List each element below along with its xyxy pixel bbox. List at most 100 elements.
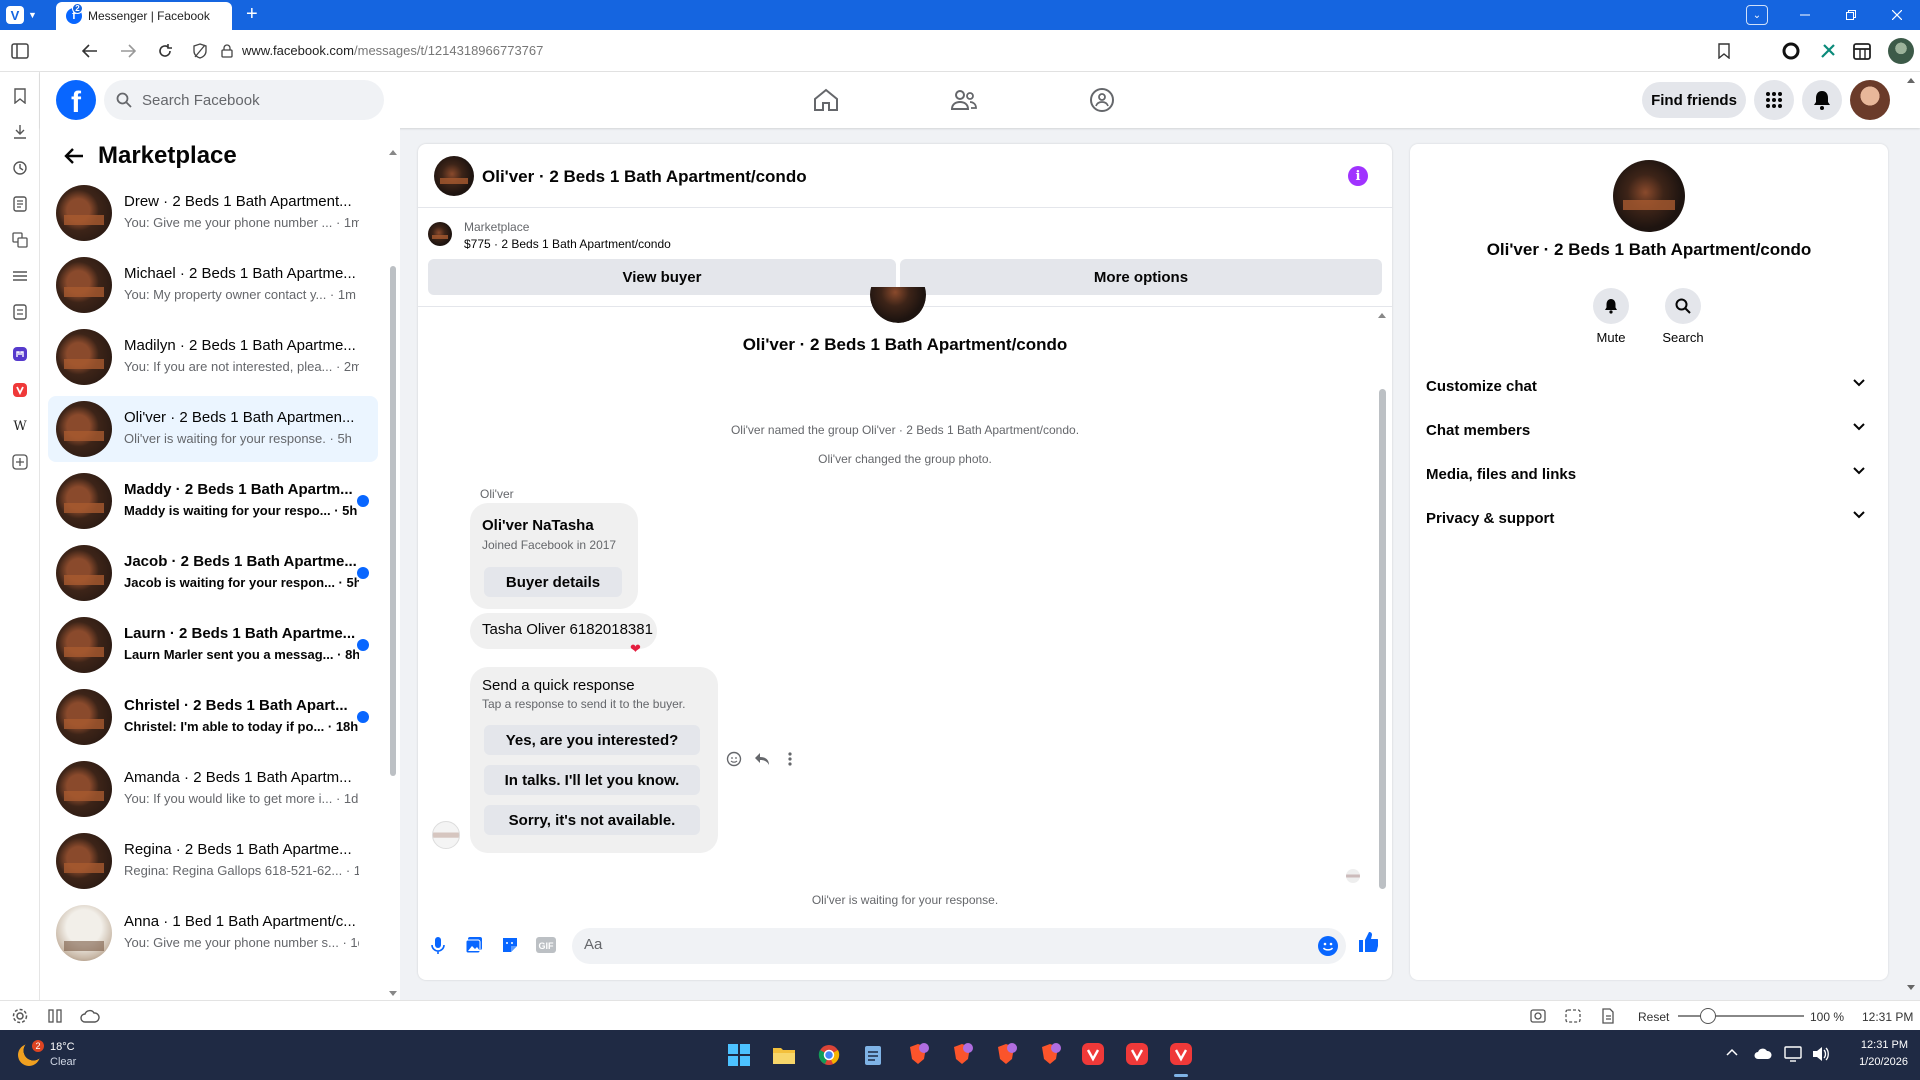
downloads-panel-icon[interactable]	[10, 122, 30, 142]
phone-message-bubble[interactable]: Tasha Oliver 6182018381	[470, 613, 657, 649]
notepad-taskbar-icon[interactable]	[864, 1044, 882, 1066]
chat-list-item[interactable]: Christel · 2 Beds 1 Bath Apart... Christe…	[48, 684, 378, 750]
page-scroll-down-icon[interactable]	[1906, 984, 1916, 992]
reload-icon[interactable]	[155, 41, 175, 61]
info-icon[interactable]: i	[1348, 166, 1368, 186]
tray-chevron-icon[interactable]	[1726, 1048, 1738, 1056]
weather-widget[interactable]: 2 18°C Clear	[16, 1038, 106, 1072]
quick-reply-in-talks[interactable]: In talks. I'll let you know.	[484, 765, 700, 795]
chat-list-item[interactable]: Amanda · 2 Beds 1 Bath Apartm... You: If …	[48, 756, 378, 822]
like-button[interactable]	[1358, 932, 1378, 952]
reply-icon[interactable]	[752, 749, 772, 769]
page-tiling-icon[interactable]	[1565, 1009, 1581, 1023]
taskbar-date[interactable]: 1/20/2026	[1846, 1056, 1908, 1068]
friends-nav-button[interactable]	[946, 82, 982, 118]
sender-avatar[interactable]	[432, 821, 460, 849]
brave-taskbar-icon-4[interactable]	[1038, 1042, 1062, 1066]
new-tab-button[interactable]: +	[246, 4, 258, 24]
cloud-sync-icon[interactable]	[80, 1009, 100, 1023]
vivaldi-taskbar-icon-1[interactable]	[1082, 1043, 1104, 1065]
chat-list-item[interactable]: Laurn · 2 Beds 1 Bath Apartme... Laurn Ma…	[48, 612, 378, 678]
page-actions-icon[interactable]	[1600, 1008, 1616, 1024]
reading-list-panel-icon[interactable]	[10, 266, 30, 286]
onedrive-tray-icon[interactable]	[1754, 1048, 1772, 1060]
chat-list-item[interactable]: Michael · 2 Beds 1 Bath Apartme... You: M…	[48, 252, 378, 318]
back-arrow-icon[interactable]	[80, 41, 100, 61]
facebook-logo[interactable]: f	[56, 80, 96, 120]
chat-list-item[interactable]: Oli'ver · 2 Beds 1 Bath Apartmen... Oli'v…	[48, 396, 378, 462]
customize-chat-row[interactable]: Customize chat	[1418, 364, 1880, 408]
forward-arrow-icon[interactable]	[118, 41, 138, 61]
history-panel-icon[interactable]	[10, 158, 30, 178]
bookmarks-panel-icon[interactable]	[10, 86, 30, 106]
chrome-taskbar-icon[interactable]	[818, 1044, 840, 1066]
more-options-button[interactable]: More options	[900, 259, 1382, 295]
browser-tab-messenger[interactable]: f 2 Messenger | Facebook	[56, 2, 232, 30]
zoom-reset-button[interactable]: Reset	[1638, 1010, 1669, 1024]
zoom-slider[interactable]	[1678, 1008, 1804, 1024]
view-buyer-button[interactable]: View buyer	[428, 259, 896, 295]
minimize-button[interactable]	[1782, 0, 1828, 30]
translate-panel-icon[interactable]	[10, 230, 30, 250]
chat-members-row[interactable]: Chat members	[1418, 408, 1880, 452]
react-icon[interactable]	[724, 749, 744, 769]
chat-list-item[interactable]: Drew · 2 Beds 1 Bath Apartment... You: Gi…	[48, 180, 378, 246]
page-scroll-up-icon[interactable]	[1906, 76, 1916, 84]
bookmark-icon[interactable]	[1714, 41, 1734, 61]
chat-list-item[interactable]: Regina · 2 Beds 1 Bath Apartme... Regina:…	[48, 828, 378, 894]
scroll-up-icon[interactable]	[388, 148, 398, 156]
panel-toggle-icon[interactable]	[10, 41, 30, 61]
extension-shield-icon[interactable]	[1818, 41, 1838, 61]
extension-circle-icon[interactable]	[1781, 41, 1801, 61]
photo-button[interactable]	[464, 935, 484, 955]
chat-list-item[interactable]: Anna · 1 Bed 1 Bath Apartment/c... You: G…	[48, 900, 378, 966]
mute-button[interactable]: Mute	[1581, 288, 1641, 345]
restore-button[interactable]	[1828, 0, 1874, 30]
screenshot-icon[interactable]	[1530, 1009, 1546, 1023]
vivaldi-menu-button[interactable]: V ▼	[6, 5, 42, 25]
more-actions-icon[interactable]	[780, 749, 800, 769]
calendar-extension-icon[interactable]	[1852, 41, 1872, 61]
message-input-box[interactable]	[572, 928, 1346, 964]
tiling-icon[interactable]	[48, 1009, 62, 1023]
scrollbar-thumb[interactable]	[390, 266, 396, 776]
vivaldi-panel-icon[interactable]	[10, 380, 30, 400]
message-input[interactable]	[584, 936, 1284, 953]
notes-panel-icon[interactable]	[10, 194, 30, 214]
close-window-button[interactable]	[1874, 0, 1920, 30]
mic-button[interactable]	[428, 935, 448, 955]
window-panel-icon[interactable]	[10, 302, 30, 322]
scrollbar-thumb[interactable]	[1379, 389, 1386, 889]
search-in-chat-button[interactable]: Search	[1653, 288, 1713, 345]
vivaldi-taskbar-icon-2[interactable]	[1126, 1043, 1148, 1065]
settings-gear-icon[interactable]	[12, 1008, 28, 1024]
vivaldi-taskbar-icon-active[interactable]	[1170, 1043, 1192, 1065]
chat-list-item[interactable]: Maddy · 2 Beds 1 Bath Apartm... Maddy is …	[48, 468, 378, 534]
scroll-down-icon[interactable]	[388, 990, 398, 998]
media-files-links-row[interactable]: Media, files and links	[1418, 452, 1880, 496]
chat-list-item[interactable]: Madilyn · 2 Beds 1 Bath Apartme... You: I…	[48, 324, 378, 390]
marketplace-listing-row[interactable]: Marketplace $775 · 2 Beds 1 Bath Apartme…	[428, 216, 1388, 256]
back-arrow-icon[interactable]	[64, 147, 84, 165]
chat-list-item[interactable]: Jacob · 2 Beds 1 Bath Apartme... Jacob is…	[48, 540, 378, 606]
content-blocker-icon[interactable]	[190, 41, 210, 61]
chat-list-scrollbar[interactable]	[388, 148, 398, 998]
quick-reply-yes[interactable]: Yes, are you interested?	[484, 725, 700, 755]
conversation-avatar[interactable]	[434, 156, 474, 196]
tab-list-button[interactable]: ⌄	[1746, 5, 1768, 25]
conversation-scrollbar[interactable]	[1376, 311, 1388, 897]
privacy-support-row[interactable]: Privacy & support	[1418, 496, 1880, 540]
gif-button[interactable]: GIF	[536, 935, 556, 955]
brave-taskbar-icon-3[interactable]	[994, 1042, 1018, 1066]
sticker-button[interactable]	[500, 935, 520, 955]
start-button[interactable]	[728, 1044, 750, 1066]
profile-avatar[interactable]	[1888, 38, 1914, 64]
wikipedia-panel-icon[interactable]: W	[10, 416, 30, 436]
brave-taskbar-icon-2[interactable]	[950, 1042, 974, 1066]
menu-button[interactable]	[1754, 80, 1794, 120]
zoom-slider-knob[interactable]	[1700, 1008, 1716, 1024]
heart-reaction-icon[interactable]: ❤	[630, 641, 641, 657]
buyer-details-button[interactable]: Buyer details	[484, 567, 622, 597]
conversation-title[interactable]: Oli'ver · 2 Beds 1 Bath Apartment/condo	[482, 167, 807, 187]
volume-tray-icon[interactable]	[1812, 1046, 1830, 1062]
